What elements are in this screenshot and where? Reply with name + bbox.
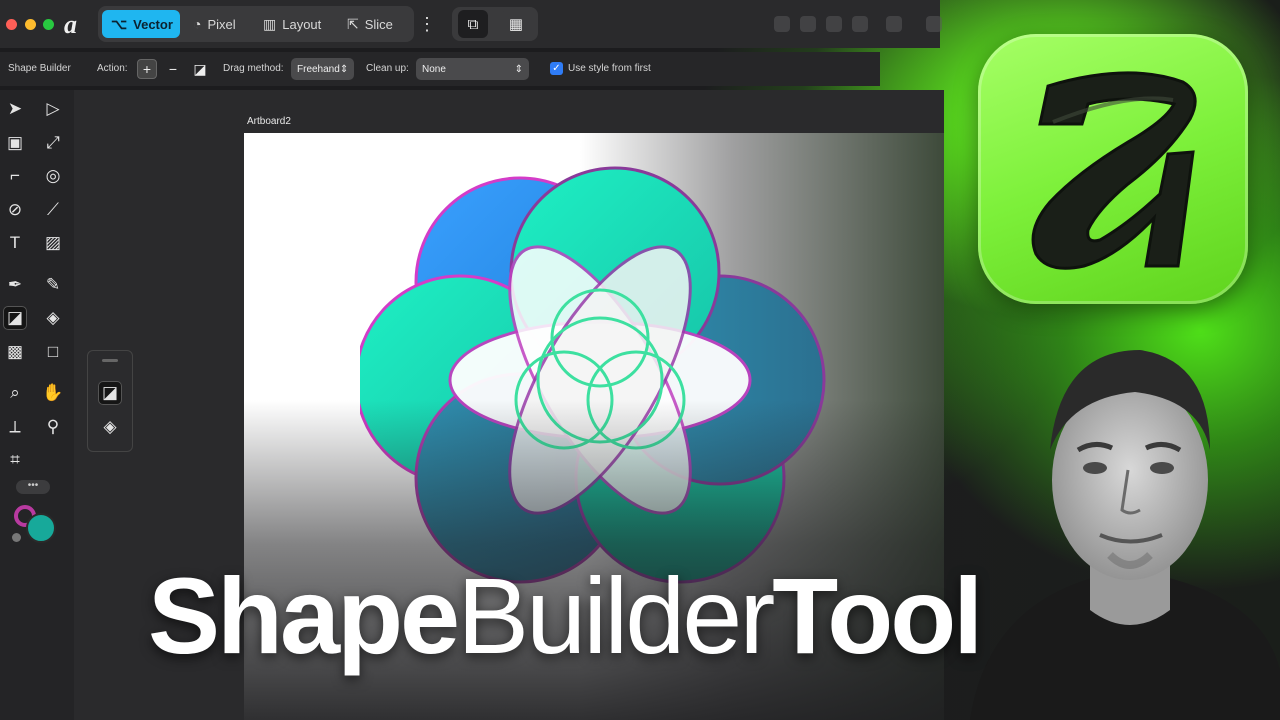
drag-method-value: Freehand [297, 63, 340, 75]
action-label: Action: [97, 63, 128, 74]
fill-tool-icon[interactable]: ◈ [41, 306, 65, 330]
persona-slice-button[interactable]: ⇱ Slice [338, 10, 408, 38]
pen-tool-icon[interactable]: ✒ [3, 273, 27, 297]
use-style-label: Use style from first [568, 63, 651, 74]
persona-label: Vector [133, 16, 173, 32]
affinity-logo-glyph [1031, 71, 1197, 270]
fill-flyout-icon[interactable]: ◈ [98, 415, 122, 439]
video-title: ShapeBuilderTool [148, 555, 983, 676]
app-logo[interactable]: a [64, 10, 77, 40]
chevron-updown-icon: ⇕ [514, 63, 523, 75]
presenter-photo [960, 340, 1280, 720]
boolean-add-icon[interactable] [774, 16, 790, 32]
point-transform-icon[interactable]: ⤢ [41, 131, 65, 155]
arrange-icon[interactable] [926, 16, 942, 32]
zoom-tool-icon[interactable]: ⚲ [41, 415, 65, 439]
tools-panel: ➤ ▷ ▣ ⤢ ⌐ ◎ ⊘ ⟋ T ▨ ✒ ✎ ◪ ◈ ▩ □ ⌕ ✋ ⟂ ⚲ … [0, 90, 74, 720]
boolean-divide-icon[interactable] [886, 16, 902, 32]
tool-name-label: Shape Builder [8, 63, 71, 74]
drag-method-select[interactable]: Freehand ⇕ [291, 58, 354, 80]
persona-label: Slice [364, 16, 393, 32]
persona-label: Layout [282, 16, 322, 32]
flyout-grip[interactable] [102, 359, 118, 362]
context-toolbar: Shape Builder Action: + − ◪ Drag method:… [0, 52, 880, 86]
tool-flyout: ◪ ◈ [87, 350, 133, 452]
contour-tool-icon[interactable]: ◎ [41, 164, 65, 188]
shape-builder-icon: ◪ [193, 60, 207, 77]
pencil-tool-icon[interactable]: ✎ [41, 273, 65, 297]
plus-icon: + [142, 61, 152, 77]
clean-up-select[interactable]: None ⇕ [416, 58, 529, 80]
context-toolbar-toggle-button[interactable]: ⧉ [458, 10, 488, 38]
more-options-icon[interactable]: ⋮ [418, 12, 436, 36]
artboard-label: Artboard2 [247, 116, 291, 127]
shape-builder-flyout-icon[interactable]: ◪ [98, 381, 122, 405]
clean-up-label: Clean up: [366, 63, 409, 74]
drag-method-label: Drag method: [223, 63, 284, 74]
rectangle-tool-icon[interactable]: □ [41, 340, 65, 364]
boolean-subtract-icon[interactable] [800, 16, 816, 32]
persona-layout-button[interactable]: ▥ Layout [254, 10, 328, 38]
minus-icon: − [168, 61, 178, 77]
boolean-intersect-icon[interactable] [826, 16, 842, 32]
hand-tool-icon[interactable]: ✋ [41, 381, 65, 405]
node-tool-icon[interactable]: ▷ [41, 97, 65, 121]
warp-tool-icon[interactable]: ⊘ [3, 198, 27, 222]
no-color-swatch[interactable] [12, 533, 21, 542]
window-minimize-button[interactable] [25, 19, 36, 30]
grid-view-button[interactable]: ▦ [501, 10, 531, 38]
grid-icon: ▦ [508, 16, 524, 33]
persona-vector-button[interactable]: ⌥ Vector [102, 10, 180, 38]
clean-up-value: None [422, 63, 446, 75]
boolean-xor-icon[interactable] [852, 16, 868, 32]
use-style-checkbox[interactable]: ✓ [550, 62, 563, 75]
chevron-updown-icon: ⇕ [339, 63, 349, 75]
window-close-button[interactable] [6, 19, 17, 30]
image-tool-icon[interactable]: ▨ [41, 231, 65, 255]
knife-tool-icon[interactable]: ⟋ [41, 198, 65, 222]
title-part-builder: Builder [457, 555, 775, 676]
shape-builder-tool-icon[interactable]: ◪ [3, 306, 27, 330]
affinity-app-icon [978, 34, 1248, 304]
checkmark-icon: ✓ [552, 63, 561, 74]
action-subtract-button[interactable]: − [163, 59, 183, 79]
fill-color-swatch[interactable] [26, 513, 56, 543]
color-picker-icon[interactable]: ⌕ [3, 381, 27, 405]
window-zoom-button[interactable] [43, 19, 54, 30]
persona-switcher: ⌥ Vector ◔ Pixel ▥ Layout ⇱ Slice [98, 6, 414, 42]
action-add-button[interactable]: + [137, 59, 157, 79]
persona-label: Pixel [207, 16, 236, 32]
title-part-tool: Tool [772, 555, 983, 676]
artboard-tool-icon[interactable]: ▣ [3, 131, 27, 155]
slice-export-icon: ⇱ [347, 15, 359, 32]
action-shape-button[interactable]: ◪ [190, 59, 210, 79]
vector-nodes-icon: ⌥ [111, 15, 128, 32]
context-toolbar-icon: ⧉ [467, 15, 479, 33]
qr-code-tool-icon[interactable]: ▩ [3, 340, 27, 364]
measure-tool-icon[interactable]: ⟂ [3, 415, 27, 439]
text-tool-icon[interactable]: T [3, 231, 27, 255]
pixel-circle-icon: ◔ [193, 16, 202, 32]
corner-tool-icon[interactable]: ⌐ [3, 164, 27, 188]
layout-columns-icon: ▥ [263, 15, 277, 32]
move-tool-icon[interactable]: ➤ [3, 97, 27, 121]
title-part-shape: Shape [148, 555, 460, 676]
top-toolbar: a ⌥ Vector ◔ Pixel ▥ Layout ⇱ Slice ⋮ ⧉ … [0, 0, 942, 48]
more-tools-button[interactable]: ••• [16, 480, 50, 494]
persona-pixel-button[interactable]: ◔ Pixel [184, 10, 248, 38]
crop-tool-icon[interactable]: ⌗ [3, 448, 27, 472]
